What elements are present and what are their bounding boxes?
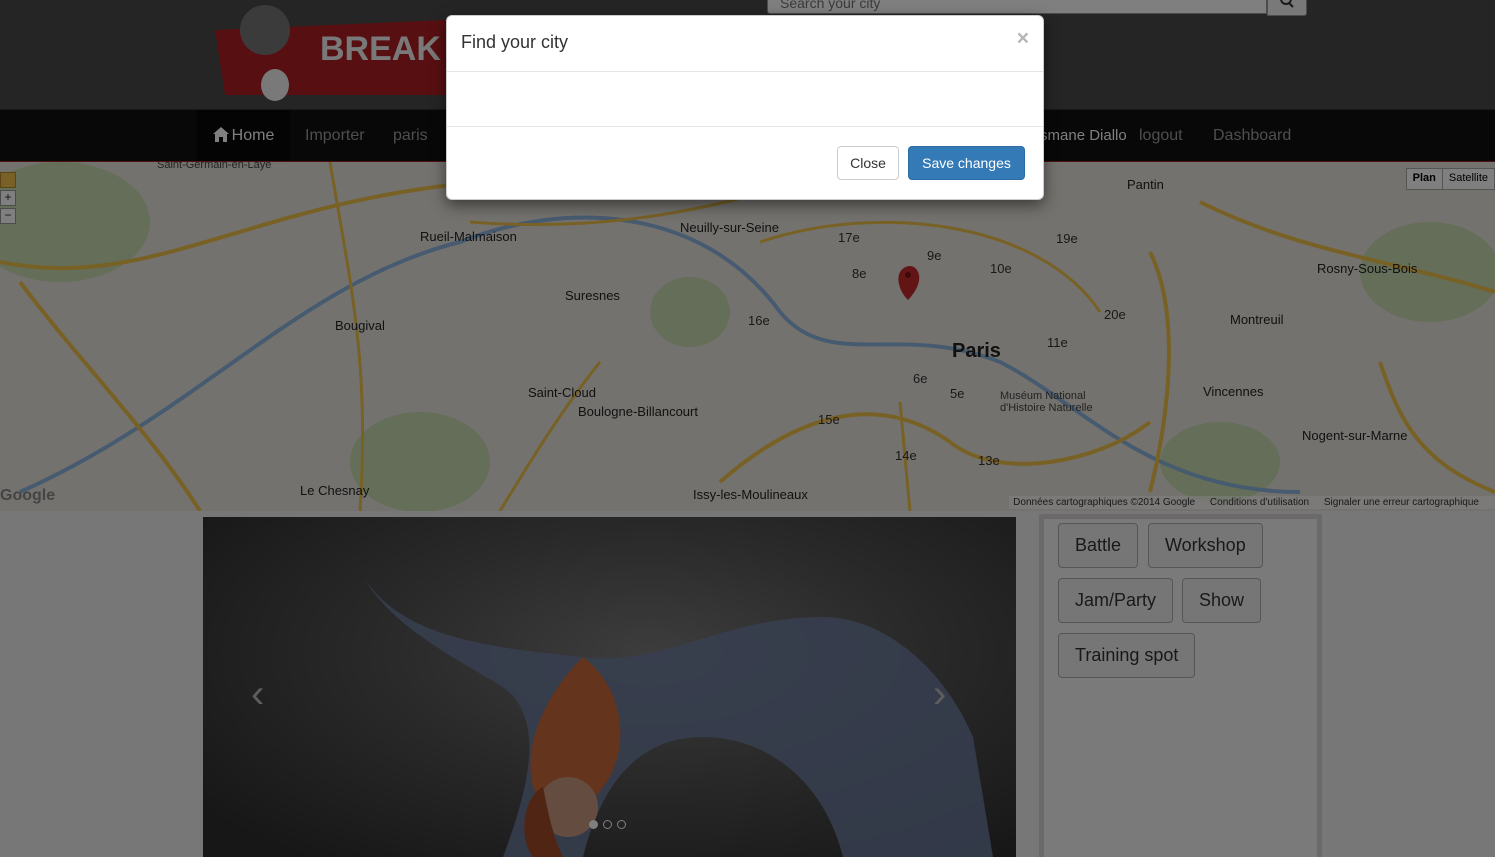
close-button[interactable]: Close [837, 146, 899, 180]
modal-close-icon[interactable]: × [1017, 28, 1029, 49]
modal-body [447, 72, 1043, 127]
modal-header: Find your city × [447, 16, 1043, 72]
save-changes-button[interactable]: Save changes [908, 146, 1025, 180]
find-city-modal: Find your city × Close Save changes [446, 15, 1044, 200]
modal-title: Find your city [461, 32, 569, 52]
